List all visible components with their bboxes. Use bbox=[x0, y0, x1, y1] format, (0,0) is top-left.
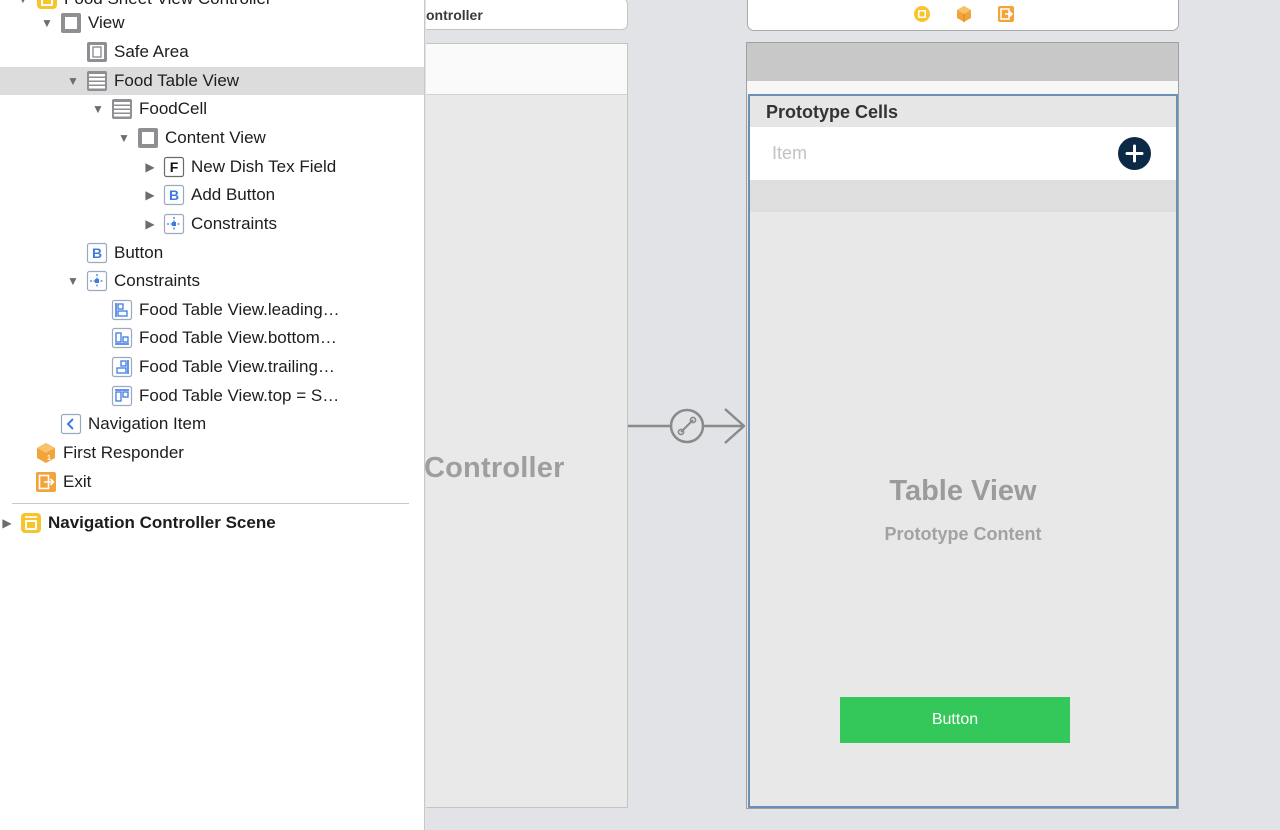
storyboard-canvas[interactable]: ontroller Controller Prototype Cells Ite… bbox=[424, 0, 1280, 830]
view-icon bbox=[137, 127, 159, 149]
outline-row-label: Constraints bbox=[114, 271, 200, 290]
outline-row-cellconstraints[interactable]: ▶ Constraints bbox=[0, 210, 424, 238]
table-cell-icon bbox=[111, 98, 133, 120]
outline-row-cell[interactable]: ▼ FoodCell bbox=[0, 95, 424, 123]
leading-constraint-icon bbox=[111, 299, 133, 321]
outline-row-label: View bbox=[88, 13, 125, 32]
outline-divider bbox=[12, 503, 409, 504]
outline-row-label: First Responder bbox=[63, 443, 184, 462]
text-field-icon: F bbox=[163, 156, 185, 178]
nav-controller-frame[interactable]: Controller bbox=[424, 43, 628, 808]
constraints-icon bbox=[163, 213, 185, 235]
outline-row-label: Safe Area bbox=[114, 42, 189, 61]
outline-row-responder[interactable]: ▶1First Responder bbox=[0, 439, 424, 467]
green-button[interactable]: Button bbox=[840, 697, 1070, 743]
disclosure-expanded-icon[interactable]: ▼ bbox=[66, 74, 80, 88]
outline-row-label: New Dish Tex Field bbox=[191, 157, 337, 176]
view-controller-icon[interactable] bbox=[913, 5, 931, 23]
document-outline: ▼Food Sheet View Controller▼View▶Safe Ar… bbox=[0, 0, 425, 830]
outline-row-label: FoodCell bbox=[139, 99, 208, 118]
disclosure-collapsed-icon[interactable]: ▶ bbox=[0, 516, 14, 530]
svg-text:F: F bbox=[170, 159, 179, 175]
table-view-title: Table View bbox=[889, 475, 1037, 507]
exit-icon bbox=[35, 471, 57, 493]
outline-row-c2[interactable]: ▶Food Table View.bottom… bbox=[0, 324, 424, 352]
food-table-view[interactable]: Prototype Cells Item Table View Prototyp… bbox=[748, 94, 1178, 808]
disclosure-collapsed-icon[interactable]: ▶ bbox=[143, 160, 157, 174]
nav-controller-title-label: ontroller bbox=[426, 7, 483, 23]
outline-row-label: Food Table View.leading… bbox=[139, 300, 340, 319]
outline-row-label: Constraints bbox=[191, 214, 277, 233]
outline-row-label: Food Table View bbox=[114, 71, 240, 90]
new-dish-text-field[interactable]: Item bbox=[772, 143, 807, 164]
outline-row-c4[interactable]: ▶Food Table View.top = S… bbox=[0, 382, 424, 410]
outline-row-button[interactable]: ▶BButton bbox=[0, 239, 424, 267]
prototype-cells-label: Prototype Cells bbox=[766, 102, 899, 122]
button-icon: B bbox=[86, 242, 108, 264]
outline-row-navitem[interactable]: ▶Navigation Item bbox=[0, 410, 424, 438]
plus-icon bbox=[1125, 144, 1144, 163]
prototype-cells-header: Prototype Cells bbox=[750, 96, 1176, 127]
first-responder-icon: 1 bbox=[35, 442, 57, 464]
outline-row-content[interactable]: ▼ Content View bbox=[0, 124, 424, 152]
outline-row-label: Food Sheet View Controller bbox=[64, 0, 272, 9]
disclosure-collapsed-icon[interactable]: ▶ bbox=[143, 217, 157, 231]
outline-row-label: Exit bbox=[63, 472, 92, 491]
constraints-icon bbox=[86, 270, 108, 292]
view-icon bbox=[60, 12, 82, 34]
disclosure-expanded-icon[interactable]: ▼ bbox=[66, 274, 80, 288]
disclosure-expanded-icon[interactable]: ▼ bbox=[91, 102, 105, 116]
disclosure-collapsed-icon[interactable]: ▶ bbox=[143, 188, 157, 202]
outline-row-c3[interactable]: ▶Food Table View.trailing… bbox=[0, 353, 424, 381]
exit-icon[interactable] bbox=[997, 5, 1015, 23]
outline-row-table[interactable]: ▼ Food Table View bbox=[0, 67, 424, 95]
navigation-controller-icon bbox=[20, 512, 42, 534]
outline-row-constraints[interactable]: ▼ Constraints bbox=[0, 267, 424, 295]
outline-row-label: Navigation Item bbox=[88, 414, 207, 433]
cell-separator-area bbox=[750, 180, 1176, 212]
add-button[interactable] bbox=[1118, 137, 1151, 170]
outline-row-navscene[interactable]: ▶ Navigation Controller Scene bbox=[0, 509, 424, 537]
food-cell[interactable]: Item bbox=[750, 127, 1176, 180]
svg-text:B: B bbox=[169, 187, 179, 203]
disclosure-expanded-icon[interactable]: ▼ bbox=[117, 131, 131, 145]
bottom-constraint-icon bbox=[111, 327, 133, 349]
outline-row-textfield[interactable]: ▶ F New Dish Tex Field bbox=[0, 153, 424, 181]
navigation-bar-bottom bbox=[747, 81, 1178, 95]
table-view-subtitle: Prototype Content bbox=[884, 524, 1042, 544]
outline-row-safe[interactable]: ▶Safe Area bbox=[0, 38, 424, 66]
table-scene-frame[interactable]: Prototype Cells Item Table View Prototyp… bbox=[746, 42, 1179, 809]
outline-row-label: Button bbox=[114, 243, 164, 262]
navigation-item-icon bbox=[60, 413, 82, 435]
nav-controller-navbar bbox=[426, 44, 627, 95]
button-icon: B bbox=[163, 184, 185, 206]
outline-row-label: Navigation Controller Scene bbox=[48, 513, 276, 532]
outline-row-addbutton[interactable]: ▶ B Add Button bbox=[0, 181, 424, 209]
outline-row-label: Food Table View.trailing… bbox=[139, 357, 335, 376]
outline-row-c1[interactable]: ▶Food Table View.leading… bbox=[0, 296, 424, 324]
nav-controller-scene-title[interactable]: ontroller bbox=[426, 0, 628, 30]
svg-text:1: 1 bbox=[47, 455, 51, 462]
table-view-icon bbox=[86, 70, 108, 92]
disclosure-expanded-icon[interactable]: ▼ bbox=[16, 0, 30, 6]
segue-link-icon[interactable] bbox=[628, 400, 748, 452]
safe-area-icon bbox=[86, 41, 108, 63]
first-responder-icon[interactable] bbox=[955, 5, 973, 23]
outline-row-view[interactable]: ▼ View bbox=[0, 9, 424, 37]
table-scene-dock[interactable] bbox=[747, 0, 1179, 31]
top-constraint-icon bbox=[111, 385, 133, 407]
outline-row-label: Add Button bbox=[191, 185, 276, 204]
nav-controller-big-label: Controller bbox=[424, 452, 565, 484]
navigation-bar[interactable] bbox=[747, 43, 1178, 81]
trailing-constraint-icon bbox=[111, 356, 133, 378]
outline-row-label: Food Table View.bottom… bbox=[139, 328, 337, 347]
disclosure-expanded-icon[interactable]: ▼ bbox=[40, 16, 54, 30]
svg-text:B: B bbox=[92, 245, 102, 261]
outline-row-exit[interactable]: ▶Exit bbox=[0, 468, 424, 496]
outline-row-label: Content View bbox=[165, 128, 266, 147]
outline-row-label: Food Table View.top = S… bbox=[139, 386, 340, 405]
